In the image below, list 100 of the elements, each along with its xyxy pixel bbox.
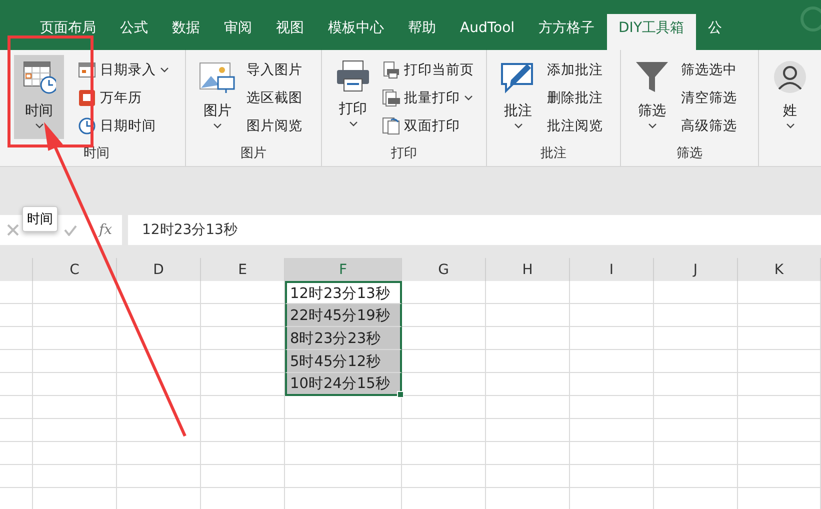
table-cell[interactable]	[738, 281, 821, 304]
ribbon-tab[interactable]: 公	[696, 14, 734, 50]
table-cell[interactable]	[654, 419, 738, 442]
ribbon-button[interactable]: 日期录入	[78, 58, 169, 82]
ribbon-button[interactable]: 高级筛选	[681, 114, 738, 138]
table-cell[interactable]	[738, 373, 821, 396]
ribbon-button[interactable]: 删除批注	[547, 86, 604, 110]
column-header[interactable]: K	[738, 258, 821, 282]
table-cell[interactable]	[486, 373, 570, 396]
table-cell[interactable]	[33, 304, 117, 327]
ribbon-button[interactable]: 清空筛选	[681, 86, 738, 110]
table-cell[interactable]	[738, 419, 821, 442]
table-cell[interactable]	[738, 304, 821, 327]
table-cell[interactable]	[570, 281, 654, 304]
table-cell[interactable]: 10时24分15秒	[285, 373, 402, 396]
table-cell[interactable]	[0, 327, 33, 350]
column-header[interactable]: E	[201, 258, 285, 282]
column-header[interactable]: C	[33, 258, 117, 282]
ribbon-tab[interactable]: 方方格子	[526, 14, 607, 50]
ribbon-button[interactable]: 打印	[328, 55, 378, 139]
table-cell[interactable]	[285, 419, 402, 442]
table-cell[interactable]	[570, 396, 654, 419]
column-header[interactable]: I	[570, 258, 654, 282]
table-cell[interactable]	[201, 419, 285, 442]
ribbon-tab[interactable]: 数据	[160, 14, 212, 50]
table-cell[interactable]	[117, 350, 201, 373]
table-cell[interactable]: 22时45分19秒	[285, 304, 402, 327]
table-cell[interactable]	[201, 304, 285, 327]
column-header[interactable]: D	[117, 258, 201, 282]
fill-handle[interactable]	[397, 391, 404, 398]
table-cell[interactable]	[33, 327, 117, 350]
table-cell[interactable]	[201, 373, 285, 396]
formula-field[interactable]: 12时23分13秒	[128, 215, 821, 245]
table-cell[interactable]	[486, 281, 570, 304]
table-cell[interactable]: 5时45分12秒	[285, 350, 402, 373]
table-cell[interactable]	[201, 465, 285, 488]
table-cell[interactable]	[402, 442, 486, 465]
ribbon-button[interactable]: 打印当前页	[382, 58, 474, 82]
ribbon-button[interactable]: 筛选选中	[681, 58, 738, 82]
ribbon-button[interactable]: 日期时间	[78, 114, 169, 138]
table-cell[interactable]	[570, 419, 654, 442]
ribbon-button[interactable]: 筛选	[627, 55, 678, 139]
table-cell[interactable]	[0, 304, 33, 327]
table-cell[interactable]	[33, 396, 117, 419]
table-cell[interactable]	[117, 327, 201, 350]
table-cell[interactable]	[654, 304, 738, 327]
table-cell[interactable]	[402, 327, 486, 350]
table-cell[interactable]	[570, 442, 654, 465]
table-cell[interactable]	[654, 396, 738, 419]
ribbon-button[interactable]: 姓	[765, 55, 815, 139]
table-cell[interactable]	[117, 281, 201, 304]
table-cell[interactable]	[738, 442, 821, 465]
ribbon-button[interactable]: 添加批注	[547, 58, 604, 82]
table-cell[interactable]	[654, 281, 738, 304]
table-cell[interactable]	[0, 442, 33, 465]
column-header[interactable]: J	[654, 258, 738, 282]
table-cell[interactable]	[570, 465, 654, 488]
table-cell[interactable]	[0, 350, 33, 373]
table-cell[interactable]	[486, 350, 570, 373]
ribbon-button[interactable]: 批注阅览	[547, 114, 604, 138]
table-cell[interactable]	[402, 373, 486, 396]
table-cell[interactable]	[654, 373, 738, 396]
column-header[interactable]: H	[486, 258, 570, 282]
ribbon-tab[interactable]: 审阅	[212, 14, 264, 50]
ribbon-button[interactable]: 时间	[14, 55, 64, 139]
ribbon-button[interactable]: 图片阅览	[246, 114, 302, 138]
table-cell[interactable]	[570, 373, 654, 396]
table-cell[interactable]	[117, 373, 201, 396]
table-cell[interactable]	[33, 281, 117, 304]
ribbon-button[interactable]: 批量打印	[382, 86, 474, 110]
table-cell[interactable]	[486, 396, 570, 419]
table-cell[interactable]	[570, 327, 654, 350]
function-label[interactable]: fx	[99, 222, 112, 238]
table-cell[interactable]	[33, 373, 117, 396]
ribbon-button[interactable]: 导入图片	[246, 58, 302, 82]
table-cell[interactable]	[654, 327, 738, 350]
table-cell[interactable]	[33, 442, 117, 465]
table-cell[interactable]	[402, 281, 486, 304]
ribbon-button[interactable]: 图片	[192, 55, 242, 139]
table-cell[interactable]: 12时23分13秒	[285, 281, 402, 304]
ribbon-tab[interactable]: AudTool	[448, 14, 527, 50]
table-cell[interactable]	[402, 304, 486, 327]
table-cell[interactable]	[738, 465, 821, 488]
ribbon-tab[interactable]: 视图	[264, 14, 316, 50]
table-cell[interactable]	[486, 442, 570, 465]
table-cell[interactable]	[402, 396, 486, 419]
table-cell[interactable]	[486, 419, 570, 442]
ribbon-tab[interactable]: 公式	[108, 14, 160, 50]
table-cell[interactable]	[33, 419, 117, 442]
ribbon-tab[interactable]: 模板中心	[316, 14, 396, 50]
table-cell[interactable]	[0, 281, 33, 304]
table-cell[interactable]	[0, 465, 33, 488]
table-cell[interactable]	[285, 465, 402, 488]
ribbon-button[interactable]: 双面打印	[382, 114, 474, 138]
table-cell[interactable]	[654, 442, 738, 465]
table-cell[interactable]	[201, 350, 285, 373]
table-cell[interactable]	[285, 396, 402, 419]
table-cell[interactable]	[201, 396, 285, 419]
table-cell[interactable]: 8时23分23秒	[285, 327, 402, 350]
table-cell[interactable]	[0, 396, 33, 419]
